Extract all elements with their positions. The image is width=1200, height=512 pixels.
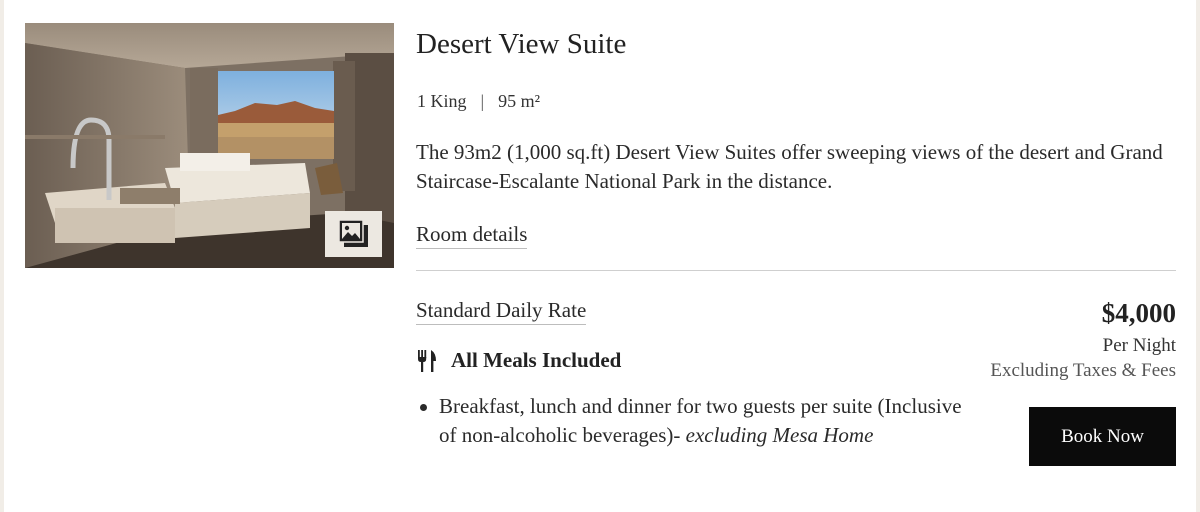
book-now-button[interactable]: Book Now [1029,407,1176,466]
taxes-note: Excluding Taxes & Fees [990,360,1176,381]
rate-price: $4,000 [1101,298,1176,328]
page-edge-right [1196,0,1200,512]
gallery-button[interactable] [325,211,382,257]
page-edge-left [0,0,4,512]
inclusions-list: Breakfast, lunch and dinner for two gues… [416,392,976,450]
room-description: The 93m2 (1,000 sq.ft) Desert View Suite… [416,140,1163,193]
inclusion-item: Breakfast, lunch and dinner for two gues… [416,392,976,450]
fork-knife-icon [418,349,436,372]
room-photo[interactable] [25,23,394,268]
room-details-link[interactable]: Room details [416,221,528,249]
room-title: Desert View Suite [416,28,627,60]
meta-separator: | [480,91,485,111]
price-unit: Per Night [1102,335,1176,356]
section-divider [416,270,1176,271]
meal-plan: All Meals Included [417,348,621,373]
room-size: 95 m² [498,91,541,111]
bed-type: 1 King [417,91,467,111]
inclusion-exclusion: excluding Mesa Home [685,423,874,447]
image-gallery-icon [337,219,368,247]
meal-plan-label: All Meals Included [451,348,622,372]
room-meta: 1 King | 95 m² [417,90,540,112]
rate-name-link[interactable]: Standard Daily Rate [416,297,587,325]
